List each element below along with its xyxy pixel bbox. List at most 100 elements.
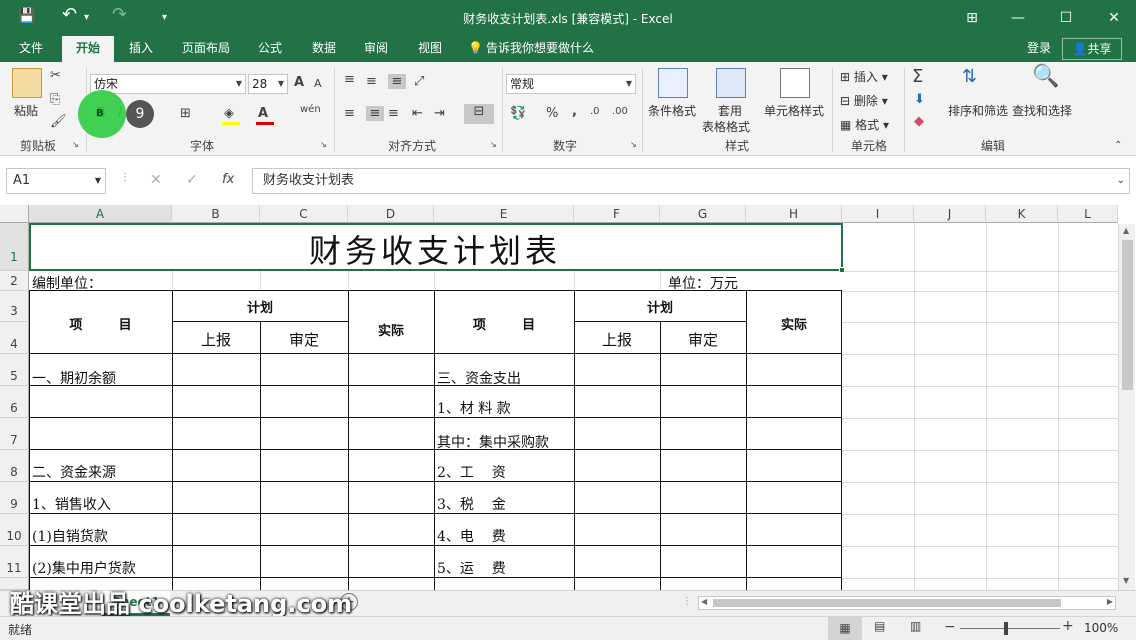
column-header-j[interactable]: J [914,205,986,223]
cell-e5[interactable]: 三、资金支出 [437,368,521,388]
align-right-icon[interactable]: ≡ [388,106,399,121]
column-header-b[interactable]: B [172,205,260,223]
collapse-ribbon-icon[interactable]: ⌃ [1114,140,1122,151]
header-report-right[interactable]: 上报 [574,329,660,350]
tab-insert[interactable]: 插入 [118,36,164,62]
font-launcher-icon[interactable]: ↘ [320,140,327,149]
copy-icon[interactable]: ⎘ [50,92,60,107]
align-middle-icon[interactable]: ≡ [366,74,377,89]
tab-page-layout[interactable]: 页面布局 [174,36,238,62]
fill-icon[interactable]: ⬇ [914,92,925,107]
tab-review[interactable]: 审阅 [356,36,396,62]
zoom-slider-thumb[interactable] [1004,622,1008,635]
header-actual-right[interactable]: 实际 [746,314,842,333]
find-select-icon[interactable]: 🔍 [1032,64,1059,89]
autosum-icon[interactable]: Σ [912,66,923,87]
tab-data[interactable]: 数据 [304,36,344,62]
row-header-7[interactable]: 7 [0,418,29,450]
align-left-icon[interactable]: ≡ [344,106,355,121]
font-size-box[interactable]: 28 ▼ [248,74,288,94]
vertical-scrollbar[interactable]: ▲ ▼ [1118,224,1135,590]
cell-a8[interactable]: 二、资金来源 [32,462,116,482]
cut-icon[interactable]: ✂ [50,68,61,83]
page-break-view-icon[interactable]: ▥ [910,619,921,633]
border-icon[interactable]: ⊞ [180,106,191,121]
column-header-i[interactable]: I [842,205,914,223]
increase-indent-icon[interactable]: ⇥ [434,106,445,121]
find-select-button[interactable]: 查找和选择 [1012,102,1072,119]
share-button[interactable]: 👤共享 [1062,38,1122,60]
format-as-table-label-1[interactable]: 套用 [718,102,742,119]
column-header-h[interactable]: H [746,205,842,223]
format-as-table-label-2[interactable]: 表格格式 [702,118,750,135]
grow-font-icon[interactable]: A [294,75,304,90]
header-item-right[interactable]: 项 目 [434,314,574,333]
conditional-format-button[interactable]: 条件格式 [648,102,696,119]
increase-decimal-icon[interactable]: .0 [590,106,600,117]
column-header-g[interactable]: G [660,205,746,223]
row-header-6[interactable]: 6 [0,386,29,418]
sign-in-link[interactable]: 登录 [1020,36,1058,62]
row-header-2[interactable]: 2 [0,271,29,291]
header-item-left[interactable]: 项 目 [29,314,172,333]
number-format-box[interactable]: 常规 ▼ [506,74,636,94]
format-as-table-icon[interactable] [716,68,746,98]
font-color-icon[interactable]: A [258,106,268,121]
tab-file[interactable]: 文件 [8,36,54,62]
cell-a5[interactable]: 一、期初余额 [32,368,116,388]
header-actual-left[interactable]: 实际 [348,320,434,339]
column-header-e[interactable]: E [434,205,574,223]
zoom-out-icon[interactable]: − [944,619,956,635]
zoom-in-icon[interactable]: + [1062,618,1074,634]
decrease-indent-icon[interactable]: ⇤ [412,106,423,121]
tell-me-input[interactable]: 告诉我你想要做什么 [486,36,606,62]
column-header-l[interactable]: L [1058,205,1118,223]
merge-center-icon[interactable]: ⊟ [464,104,494,124]
column-header-f[interactable]: F [574,205,660,223]
cell-e11[interactable]: 5、运 费 [437,558,506,578]
row-header-3[interactable]: 3 [0,291,29,322]
tab-home[interactable]: 开始 [62,36,114,62]
align-top-icon[interactable]: ≡ [344,72,355,87]
comma-style-icon[interactable]: , [572,104,577,119]
scroll-down-icon[interactable]: ▼ [1123,576,1129,585]
column-header-a[interactable]: A [29,205,172,223]
enter-icon[interactable]: ✓ [186,172,198,188]
cell-e7[interactable]: 其中：集中采购款 [437,432,549,452]
vertical-scroll-thumb[interactable] [1122,240,1133,390]
decrease-decimal-icon[interactable]: .00 [612,106,628,117]
cancel-icon[interactable]: ✕ [150,172,162,188]
formula-input[interactable]: 财务收支计划表 ⌄ [252,168,1130,194]
cell-styles-icon[interactable] [780,68,810,98]
delete-cells-button[interactable]: ⊟ 删除 ▾ [840,92,888,109]
cell-g2[interactable]: 单位：万元 [668,273,738,293]
row-header-11[interactable]: 11 [0,546,29,578]
alignment-launcher-icon[interactable]: ↘ [490,140,497,149]
row-header-1[interactable]: 1 [0,223,29,271]
horizontal-scrollbar[interactable]: ◀ ▶ [698,596,1116,610]
align-center-icon[interactable]: ≡ [366,106,384,121]
scroll-left-icon[interactable]: ◀ [701,597,707,606]
sort-filter-icon[interactable]: ⇅ [962,66,977,87]
tab-formulas[interactable]: 公式 [250,36,290,62]
select-all-corner[interactable] [0,205,29,223]
column-header-k[interactable]: K [986,205,1058,223]
cell-e8[interactable]: 2、工 资 [437,462,506,482]
scroll-up-icon[interactable]: ▲ [1123,226,1129,235]
row-header-10[interactable]: 10 [0,514,29,546]
ribbon-display-icon[interactable]: ⊞ [952,6,992,30]
cell-a11[interactable]: (2)集中用户货款 [32,558,136,578]
name-box[interactable]: A1 ▼ [6,168,106,194]
close-button[interactable]: ✕ [1094,6,1134,30]
header-report-left[interactable]: 上报 [172,329,260,350]
row-header-5[interactable]: 5 [0,354,29,386]
phonetic-icon[interactable]: wén [300,104,321,115]
zoom-slider[interactable] [960,628,1060,629]
clipboard-launcher-icon[interactable]: ↘ [72,140,79,149]
cell-styles-button[interactable]: 单元格样式 [764,102,824,119]
clear-icon[interactable]: ◆ [914,114,924,129]
row-header-9[interactable]: 9 [0,482,29,514]
currency-icon[interactable]: 💱 [510,106,526,121]
column-header-d[interactable]: D [348,205,434,223]
shrink-font-icon[interactable]: A [314,77,322,90]
